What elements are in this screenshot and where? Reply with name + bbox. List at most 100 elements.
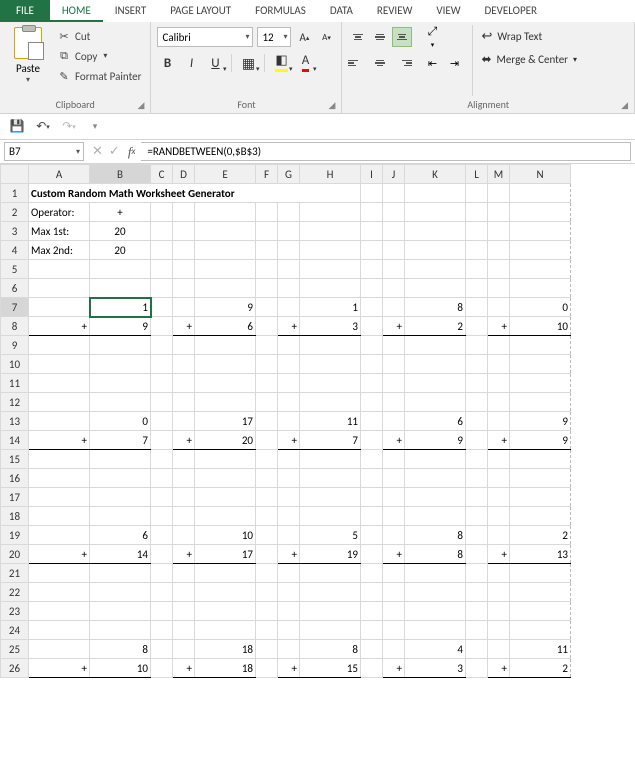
cell-G25[interactable] [278, 640, 300, 659]
cell-M8[interactable]: + [488, 317, 510, 336]
cell-D17[interactable] [173, 488, 195, 507]
cell-H11[interactable] [300, 374, 361, 393]
cell-N12[interactable] [510, 393, 571, 412]
cell-A14[interactable]: + [29, 431, 90, 450]
col-header-N[interactable]: N [510, 165, 571, 184]
cell-E23[interactable] [195, 602, 256, 621]
cell-M9[interactable] [488, 336, 510, 355]
cut-button[interactable]: ✂ Cut [54, 27, 144, 45]
copy-dropdown-icon[interactable]: ▾ [103, 51, 107, 61]
col-header-F[interactable]: F [256, 165, 278, 184]
cell-A16[interactable] [29, 469, 90, 488]
cell-F9[interactable] [256, 336, 278, 355]
cell-M21[interactable] [488, 564, 510, 583]
cell-C16[interactable] [151, 469, 173, 488]
col-header-B[interactable]: B [90, 165, 151, 184]
cell-L2[interactable] [466, 203, 488, 222]
cell-I20[interactable] [361, 545, 383, 564]
cell-C7[interactable] [151, 298, 173, 317]
merge-center-button[interactable]: ⬌ Merge & Center ▾ [479, 50, 579, 69]
cell-C26[interactable] [151, 659, 173, 678]
cell-H3[interactable] [300, 222, 361, 241]
cell-E4[interactable] [195, 241, 256, 260]
cell-A5[interactable] [29, 260, 90, 279]
cell-H17[interactable] [300, 488, 361, 507]
cell-G2[interactable] [278, 203, 300, 222]
align-bottom-button[interactable] [392, 27, 412, 47]
cell-A11[interactable] [29, 374, 90, 393]
cell-N26[interactable]: 2 [510, 659, 571, 678]
cell-A10[interactable] [29, 355, 90, 374]
cell-D7[interactable] [173, 298, 195, 317]
col-header-L[interactable]: L [466, 165, 488, 184]
cell-G15[interactable] [278, 450, 300, 469]
cell-C12[interactable] [151, 393, 173, 412]
cell-F18[interactable] [256, 507, 278, 526]
cell-B17[interactable] [90, 488, 151, 507]
tab-page-layout[interactable]: PAGE LAYOUT [158, 0, 243, 22]
cell-A25[interactable] [29, 640, 90, 659]
cell-G23[interactable] [278, 602, 300, 621]
cell-D19[interactable] [173, 526, 195, 545]
cell-H2[interactable] [300, 203, 361, 222]
cell-F24[interactable] [256, 621, 278, 640]
cell-L16[interactable] [466, 469, 488, 488]
cell-K8[interactable]: 2 [405, 317, 466, 336]
cell-H26[interactable]: 15 [300, 659, 361, 678]
cell-A7[interactable] [29, 298, 90, 317]
cell-K9[interactable] [405, 336, 466, 355]
copy-button[interactable]: ⧉ Copy ▾ [54, 47, 144, 65]
cell-B4[interactable]: 20 [90, 241, 151, 260]
cell-K18[interactable] [405, 507, 466, 526]
cell-I17[interactable] [361, 488, 383, 507]
cell-G21[interactable] [278, 564, 300, 583]
cell-L10[interactable] [466, 355, 488, 374]
cell-J4[interactable] [383, 241, 405, 260]
cell-N4[interactable] [510, 241, 571, 260]
cell-I26[interactable] [361, 659, 383, 678]
cell-A4[interactable]: Max 2nd: [29, 241, 90, 260]
cell-K21[interactable] [405, 564, 466, 583]
cell-A3[interactable]: Max 1st: [29, 222, 90, 241]
cell-B9[interactable] [90, 336, 151, 355]
cell-C3[interactable] [151, 222, 173, 241]
bold-button[interactable]: B [157, 53, 177, 73]
cell-N16[interactable] [510, 469, 571, 488]
cell-A6[interactable] [29, 279, 90, 298]
cell-G16[interactable] [278, 469, 300, 488]
cell-G6[interactable] [278, 279, 300, 298]
cell-L26[interactable] [466, 659, 488, 678]
cell-N20[interactable]: 13 [510, 545, 571, 564]
row-header-5[interactable]: 5 [1, 260, 29, 279]
cell-A12[interactable] [29, 393, 90, 412]
cell-G11[interactable] [278, 374, 300, 393]
cell-D26[interactable]: + [173, 659, 195, 678]
cell-C9[interactable] [151, 336, 173, 355]
cell-G9[interactable] [278, 336, 300, 355]
cell-A23[interactable] [29, 602, 90, 621]
row-header-9[interactable]: 9 [1, 336, 29, 355]
increase-indent-button[interactable]: ⇥ [444, 53, 464, 73]
cell-B11[interactable] [90, 374, 151, 393]
cell-J22[interactable] [383, 583, 405, 602]
cell-M26[interactable]: + [488, 659, 510, 678]
cell-K6[interactable] [405, 279, 466, 298]
format-painter-button[interactable]: ✎ Format Painter [54, 67, 144, 85]
cell-H18[interactable] [300, 507, 361, 526]
cell-N3[interactable] [510, 222, 571, 241]
cell-D12[interactable] [173, 393, 195, 412]
cell-E26[interactable]: 18 [195, 659, 256, 678]
col-header-I[interactable]: I [361, 165, 383, 184]
cell-F19[interactable] [256, 526, 278, 545]
cell-I7[interactable] [361, 298, 383, 317]
cell-E11[interactable] [195, 374, 256, 393]
cell-M13[interactable] [488, 412, 510, 431]
cell-N10[interactable] [510, 355, 571, 374]
paste-dropdown-icon[interactable]: ▾ [26, 75, 30, 85]
cell-A22[interactable] [29, 583, 90, 602]
cell-C8[interactable] [151, 317, 173, 336]
orientation-button[interactable]: ⤢▾ [422, 27, 442, 47]
cell-G19[interactable] [278, 526, 300, 545]
font-color-button[interactable]: A▾ [295, 53, 315, 73]
tab-formulas[interactable]: FORMULAS [243, 0, 318, 22]
